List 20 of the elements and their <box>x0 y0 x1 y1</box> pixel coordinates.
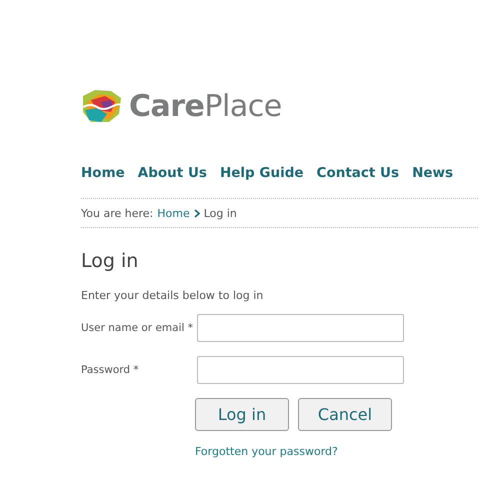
cancel-button[interactable]: Cancel <box>298 398 392 431</box>
nav-link[interactable]: About Us <box>138 165 207 181</box>
breadcrumb-label: You are here: <box>81 207 154 220</box>
nav-link[interactable]: Contact Us <box>316 165 400 181</box>
logo-text: CarePlace <box>129 88 282 124</box>
breadcrumb-current: Log in <box>204 207 237 220</box>
forgot-password-link[interactable]: Forgotten your password? <box>195 445 338 458</box>
chevron-right-icon <box>194 209 200 218</box>
breadcrumb-link[interactable]: Home <box>157 207 190 220</box>
username-field[interactable] <box>197 314 404 342</box>
login-button[interactable]: Log in <box>195 398 289 431</box>
nav-link[interactable]: News <box>412 165 454 181</box>
field-label: Password * <box>81 364 140 376</box>
instructions-text: Enter your details below to log in <box>81 289 264 302</box>
page-title: Log in <box>81 250 140 272</box>
nav-link[interactable]: Home <box>81 165 125 181</box>
logo-icon <box>81 88 123 124</box>
nav-link[interactable]: Help Guide <box>220 165 304 181</box>
field-label: User name or email * <box>81 322 194 334</box>
password-field[interactable] <box>197 356 404 384</box>
